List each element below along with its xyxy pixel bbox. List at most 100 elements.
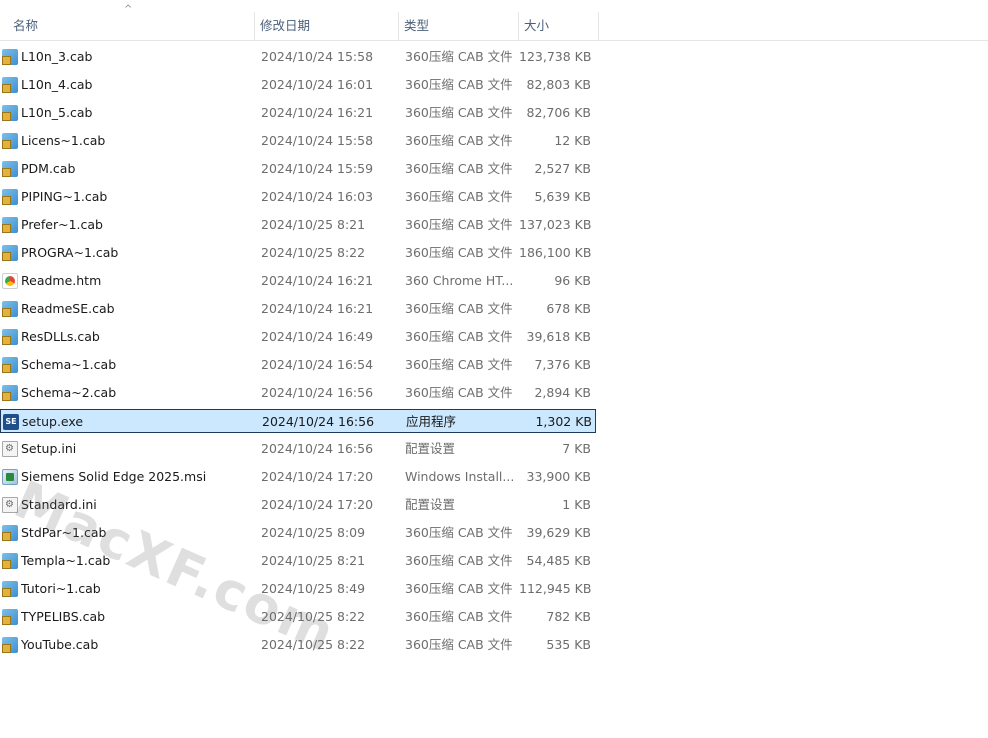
file-modified-date: 2024/10/25 8:22 [261, 245, 366, 260]
file-row[interactable]: Licens~1.cab 2024/10/24 15:58 360压缩 CAB 文件… [0, 129, 596, 153]
file-type: 配置设置 [405, 497, 456, 512]
cab-archive-icon [2, 217, 18, 233]
column-header-bar: ^ 名称 修改日期 类型 大小 [0, 0, 988, 41]
cab-archive-icon [2, 581, 18, 597]
column-header-name[interactable]: 名称 [8, 12, 255, 40]
file-row[interactable]: Standard.ini 2024/10/24 17:20 配置设置 1 KB [0, 493, 596, 517]
cab-archive-icon [2, 609, 18, 625]
file-type: 360压缩 CAB 文件 [405, 245, 513, 260]
file-name: PROGRA~1.cab [21, 245, 119, 260]
file-modified-date: 2024/10/24 16:21 [261, 105, 374, 120]
file-size: 535 KB [546, 637, 591, 652]
file-type: Windows Install... [405, 469, 515, 484]
file-row[interactable]: YouTube.cab 2024/10/25 8:22 360压缩 CAB 文件 53… [0, 633, 596, 657]
cab-archive-icon [2, 105, 18, 121]
cab-archive-icon [2, 385, 18, 401]
file-row[interactable]: PIPING~1.cab 2024/10/24 16:03 360压缩 CAB 文件… [0, 185, 596, 209]
column-header-size[interactable]: 大小 [519, 12, 599, 40]
file-size: 96 KB [554, 273, 591, 288]
file-row[interactable]: Readme.htm 2024/10/24 16:21 360 Chrome HT.… [0, 269, 596, 293]
cab-archive-icon [2, 133, 18, 149]
file-type: 360压缩 CAB 文件 [405, 161, 513, 176]
file-modified-date: 2024/10/25 8:21 [261, 217, 366, 232]
file-size: 12 KB [554, 133, 591, 148]
file-modified-date: 2024/10/25 8:21 [261, 553, 366, 568]
cab-archive-icon [2, 189, 18, 205]
file-row[interactable]: PROGRA~1.cab 2024/10/25 8:22 360压缩 CAB 文件 1… [0, 241, 596, 265]
file-row[interactable]: Setup.ini 2024/10/24 16:56 配置设置 7 KB [0, 437, 596, 461]
file-row[interactable]: TYPELIBS.cab 2024/10/25 8:22 360压缩 CAB 文件 7… [0, 605, 596, 629]
file-row[interactable]: ReadmeSE.cab 2024/10/24 16:21 360压缩 CAB 文件… [0, 297, 596, 321]
file-name: StdPar~1.cab [21, 525, 107, 540]
file-size: 186,100 KB [519, 245, 591, 260]
file-name: Licens~1.cab [21, 133, 106, 148]
cab-archive-icon [2, 161, 18, 177]
cab-archive-icon [2, 525, 18, 541]
file-row[interactable]: Schema~1.cab 2024/10/24 16:54 360压缩 CAB 文件… [0, 353, 596, 377]
file-type: 360压缩 CAB 文件 [405, 301, 513, 316]
file-modified-date: 2024/10/24 16:49 [261, 329, 374, 344]
column-header-type[interactable]: 类型 [399, 12, 519, 40]
file-row[interactable]: L10n_3.cab 2024/10/24 15:58 360压缩 CAB 文件 12… [0, 45, 596, 69]
file-name: ReadmeSE.cab [21, 301, 115, 316]
file-modified-date: 2024/10/25 8:22 [261, 609, 366, 624]
file-type: 360压缩 CAB 文件 [405, 217, 513, 232]
file-row[interactable]: SE setup.exe 2024/10/24 16:56 应用程序 1,302 KB [0, 409, 596, 433]
file-type: 360压缩 CAB 文件 [405, 385, 513, 400]
file-type: 360压缩 CAB 文件 [405, 189, 513, 204]
file-size: 82,803 KB [526, 77, 591, 92]
file-row[interactable]: ResDLLs.cab 2024/10/24 16:49 360压缩 CAB 文件 3… [0, 325, 596, 349]
file-name: setup.exe [22, 414, 84, 429]
file-modified-date: 2024/10/24 16:54 [261, 357, 374, 372]
file-size: 123,738 KB [519, 49, 591, 64]
file-row[interactable]: L10n_5.cab 2024/10/24 16:21 360压缩 CAB 文件 82… [0, 101, 596, 125]
file-modified-date: 2024/10/24 17:20 [261, 469, 374, 484]
cab-archive-icon [2, 637, 18, 653]
file-type: 配置设置 [405, 441, 456, 456]
file-modified-date: 2024/10/24 16:56 [261, 441, 374, 456]
file-type: 360压缩 CAB 文件 [405, 525, 513, 540]
cab-archive-icon [2, 49, 18, 65]
file-size: 2,527 KB [534, 161, 591, 176]
file-modified-date: 2024/10/24 16:21 [261, 273, 374, 288]
column-header-date[interactable]: 修改日期 [255, 12, 399, 40]
file-modified-date: 2024/10/24 16:03 [261, 189, 374, 204]
file-type: 应用程序 [406, 414, 457, 429]
file-size: 54,485 KB [526, 553, 591, 568]
installer-package-icon [2, 469, 18, 485]
file-name: Schema~1.cab [21, 357, 117, 372]
file-row[interactable]: Templa~1.cab 2024/10/25 8:21 360压缩 CAB 文件 5… [0, 549, 596, 573]
file-name: L10n_4.cab [21, 77, 93, 92]
file-modified-date: 2024/10/24 15:58 [261, 49, 374, 64]
file-modified-date: 2024/10/24 16:01 [261, 77, 374, 92]
file-row[interactable]: Prefer~1.cab 2024/10/25 8:21 360压缩 CAB 文件 1… [0, 213, 596, 237]
file-row[interactable]: Siemens Solid Edge 2025.msi 2024/10/24 17… [0, 465, 596, 489]
file-name: TYPELIBS.cab [21, 609, 106, 624]
file-size: 39,618 KB [526, 329, 591, 344]
file-modified-date: 2024/10/24 16:56 [261, 385, 374, 400]
file-name: PIPING~1.cab [21, 189, 108, 204]
file-name: Standard.ini [21, 497, 97, 512]
file-name: YouTube.cab [21, 637, 99, 652]
file-row[interactable]: L10n_4.cab 2024/10/24 16:01 360压缩 CAB 文件 82… [0, 73, 596, 97]
settings-file-icon [2, 441, 18, 457]
settings-file-icon [2, 497, 18, 513]
file-name: Templa~1.cab [21, 553, 111, 568]
file-type: 360压缩 CAB 文件 [405, 609, 513, 624]
html-document-icon [2, 273, 18, 289]
file-size: 39,629 KB [526, 525, 591, 540]
file-type: 360压缩 CAB 文件 [405, 637, 513, 652]
cab-archive-icon [2, 245, 18, 261]
file-row[interactable]: Schema~2.cab 2024/10/24 16:56 360压缩 CAB 文件… [0, 381, 596, 405]
file-row[interactable]: PDM.cab 2024/10/24 15:59 360压缩 CAB 文件 2,527… [0, 157, 596, 181]
file-row[interactable]: StdPar~1.cab 2024/10/25 8:09 360压缩 CAB 文件 3… [0, 521, 596, 545]
file-type: 360压缩 CAB 文件 [405, 133, 513, 148]
file-modified-date: 2024/10/24 17:20 [261, 497, 374, 512]
file-name: Schema~2.cab [21, 385, 117, 400]
file-row[interactable]: Tutori~1.cab 2024/10/25 8:49 360压缩 CAB 文件 1… [0, 577, 596, 601]
file-size: 782 KB [546, 609, 591, 624]
file-modified-date: 2024/10/24 16:21 [261, 301, 374, 316]
file-size: 1 KB [562, 497, 591, 512]
cab-archive-icon [2, 553, 18, 569]
file-name: ResDLLs.cab [21, 329, 100, 344]
